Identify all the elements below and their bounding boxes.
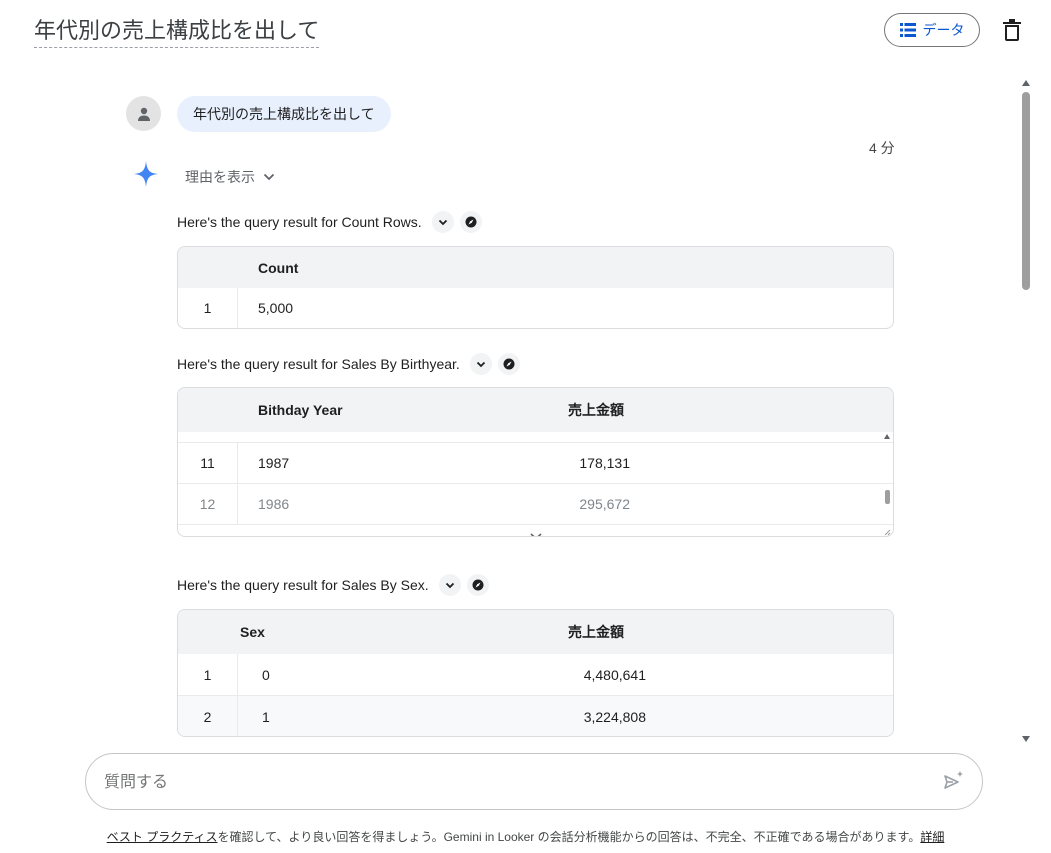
explore-button[interactable] — [497, 353, 520, 375]
trash-icon[interactable] — [1002, 19, 1022, 41]
table-scroll-up-icon[interactable] — [884, 434, 890, 439]
show-reason-toggle[interactable]: 理由を表示 — [185, 167, 275, 187]
chevron-down-icon — [438, 219, 447, 225]
scroll-up-arrow-icon[interactable] — [1022, 80, 1030, 86]
explore-button[interactable] — [459, 211, 482, 233]
question-input-box[interactable] — [85, 753, 983, 811]
row-index: 2 — [178, 696, 238, 736]
chevron-down-icon[interactable] — [529, 532, 543, 537]
sparkle-icon — [134, 161, 158, 187]
result-caption-text: Here's the query result for Sales By Sex… — [177, 577, 429, 593]
data-button-label: データ — [922, 22, 965, 38]
question-input[interactable] — [102, 754, 926, 811]
cell-sex: 0 — [262, 666, 270, 683]
table-header: Count — [178, 247, 893, 288]
cell-sales-amount: 178,131 — [579, 455, 630, 471]
table-scrollbar-thumb[interactable] — [885, 490, 890, 504]
result-caption-sales-by-birthyear: Here's the query result for Sales By Bir… — [177, 353, 520, 375]
show-reason-label: 理由を表示 — [185, 169, 255, 185]
person-icon — [137, 107, 150, 121]
cell-birthday-year: 1986 — [258, 496, 290, 512]
table-row: 2 1 3,224,808 — [178, 695, 893, 736]
expand-query-button[interactable] — [469, 353, 492, 375]
column-header-sales-amount[interactable]: 売上金額 — [568, 610, 624, 654]
chevron-down-icon — [263, 173, 275, 181]
scrollbar-thumb[interactable] — [1022, 92, 1030, 290]
scroll-down-arrow-icon[interactable] — [1022, 736, 1030, 742]
best-practices-link[interactable]: ベスト プラクティス — [107, 830, 218, 844]
result-caption-text: Here's the query result for Sales By Bir… — [177, 356, 460, 372]
user-message-bubble: 年代別の売上構成比を出して — [177, 96, 391, 132]
resize-handle-icon[interactable] — [884, 529, 891, 536]
expand-query-button[interactable] — [431, 211, 454, 233]
row-index: 11 — [178, 443, 238, 483]
send-sparkle-icon[interactable] — [943, 770, 965, 792]
compass-icon — [503, 358, 515, 370]
compass-icon — [465, 216, 477, 228]
explore-button[interactable] — [466, 574, 489, 596]
column-header-sex[interactable]: Sex — [240, 610, 265, 654]
message-timestamp: 4 分 — [869, 140, 895, 156]
result-table-sales-by-birthyear: Bithday Year 売上金額 11 1987 178,131 12 198… — [177, 387, 894, 537]
row-index: 1 — [178, 288, 238, 328]
table-row: 1 0 4,480,641 — [178, 654, 893, 695]
cell-sex: 1 — [262, 708, 270, 725]
chevron-down-icon — [476, 361, 485, 367]
table-row: 11 1987 178,131 — [178, 443, 893, 483]
row-index: 12 — [178, 484, 238, 524]
compass-icon — [472, 579, 484, 591]
table-row: 1 5,000 — [178, 288, 893, 328]
column-header-birthday-year[interactable]: Bithday Year — [258, 388, 343, 432]
cell-sales-amount: 295,672 — [579, 496, 630, 512]
result-table-sales-by-sex: Sex 売上金額 1 0 4,480,641 2 1 3,224,808 — [177, 609, 894, 737]
avatar — [126, 96, 161, 131]
cell-birthday-year: 1987 — [258, 455, 290, 471]
table-header: Bithday Year 売上金額 — [178, 388, 893, 432]
disclaimer: ベスト プラクティスを確認して、より良い回答を得ましょう。Gemini in L… — [0, 828, 1051, 845]
chevron-down-icon — [445, 582, 454, 588]
page-title[interactable]: 年代別の売上構成比を出して — [34, 16, 320, 48]
row-index: 1 — [178, 654, 238, 695]
table-row: 12 1986 295,672 — [178, 483, 893, 525]
column-header-sales-amount[interactable]: 売上金額 — [568, 388, 624, 432]
table-header: Sex 売上金額 — [178, 610, 893, 654]
result-caption-sales-by-sex: Here's the query result for Sales By Sex… — [177, 574, 489, 596]
details-link[interactable]: 詳細 — [920, 830, 944, 844]
cell-sales-amount: 4,480,641 — [583, 666, 646, 683]
data-button[interactable]: データ — [884, 13, 980, 47]
list-icon — [899, 23, 916, 37]
cell-count: 5,000 — [258, 300, 294, 316]
disclaimer-text: を確認して、より良い回答を得ましょう。Gemini in Looker の会話分… — [217, 830, 921, 844]
cell-sales-amount: 3,224,808 — [583, 708, 646, 725]
result-caption-count-rows: Here's the query result for Count Rows. — [177, 211, 482, 233]
column-header-count[interactable]: Count — [258, 247, 298, 288]
result-caption-text: Here's the query result for Count Rows. — [177, 214, 422, 230]
result-table-count-rows: Count 1 5,000 — [177, 246, 894, 329]
expand-query-button[interactable] — [438, 574, 461, 596]
